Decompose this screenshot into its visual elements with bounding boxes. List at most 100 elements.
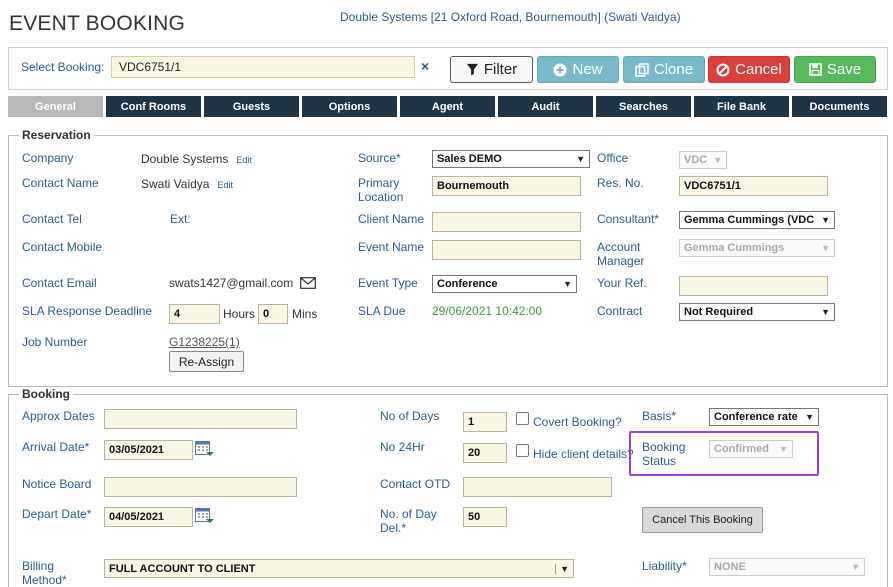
- notice-board-input[interactable]: [104, 477, 297, 497]
- tab-agent[interactable]: Agent: [400, 96, 495, 117]
- covert-booking-label: Covert Booking?: [533, 415, 622, 429]
- new-button[interactable]: New: [537, 56, 619, 83]
- consultant-label: Consultant*: [597, 212, 660, 226]
- job-number-label: Job Number: [22, 335, 88, 349]
- basis-select[interactable]: Conference rate ▼: [709, 408, 819, 426]
- arrival-date-input[interactable]: 03/05/2021: [104, 440, 193, 460]
- no-of-days-input[interactable]: 1: [463, 412, 507, 432]
- contact-tel-label: Contact Tel: [22, 212, 82, 226]
- source-select[interactable]: Sales DEMO ▼: [432, 150, 590, 168]
- event-name-input[interactable]: [432, 240, 581, 260]
- primary-location-label: Primary Location: [358, 176, 404, 204]
- hide-client-checkbox[interactable]: [516, 444, 529, 457]
- save-button-label: Save: [826, 61, 862, 78]
- day-del-input[interactable]: 50: [463, 507, 507, 527]
- save-icon: [809, 63, 822, 76]
- clear-icon[interactable]: ×: [421, 58, 429, 74]
- contract-label: Contract: [597, 304, 643, 318]
- chevron-down-icon: ▼: [821, 307, 830, 317]
- chevron-down-icon: ▼: [555, 563, 569, 574]
- contact-name-label: Contact Name: [22, 176, 99, 190]
- company-edit-link[interactable]: Edit: [236, 155, 252, 165]
- res-no-input[interactable]: VDC6751/1: [679, 176, 828, 196]
- page-subtitle: Double Systems [21 Oxford Road, Bournemo…: [340, 10, 681, 24]
- contact-otd-input[interactable]: [463, 477, 612, 497]
- contact-email-label: Contact Email: [22, 276, 97, 290]
- tab-bar: General Conf Rooms Guests Options Agent …: [8, 96, 888, 118]
- approx-dates-input[interactable]: [104, 409, 297, 429]
- event-type-label: Event Type: [358, 276, 418, 290]
- billing-method-select[interactable]: FULL ACCOUNT TO CLIENT ▼: [104, 559, 574, 578]
- ban-icon: [716, 63, 730, 76]
- clone-button[interactable]: Clone: [623, 56, 705, 83]
- tab-options[interactable]: Options: [302, 96, 397, 117]
- booking-status-label: Booking Status: [642, 440, 686, 468]
- client-name-input[interactable]: [432, 212, 581, 232]
- no-24hr-input[interactable]: 20: [463, 443, 507, 463]
- billing-method-label: Billing Method*: [22, 559, 67, 587]
- tab-guests[interactable]: Guests: [204, 96, 299, 117]
- consultant-select[interactable]: Gemma Cummings (VDC ▼: [679, 211, 835, 229]
- tab-general[interactable]: General: [8, 96, 103, 117]
- cancel-booking-button[interactable]: Cancel This Booking: [642, 507, 763, 533]
- sla-mins-input[interactable]: 0: [258, 304, 288, 324]
- contact-edit-link[interactable]: Edit: [217, 180, 233, 190]
- select-booking-input[interactable]: VDC6751/1: [111, 56, 415, 78]
- res-no-label: Res. No.: [597, 176, 644, 190]
- primary-location-input[interactable]: Bournemouth: [432, 176, 581, 196]
- envelope-icon[interactable]: [300, 277, 316, 289]
- save-button[interactable]: Save: [794, 56, 876, 83]
- depart-date-input[interactable]: 04/05/2021: [104, 507, 193, 527]
- chevron-down-icon: ▼: [805, 412, 814, 422]
- reassign-button[interactable]: Re-Assign: [169, 351, 244, 372]
- hide-client-label: Hide client details?: [533, 447, 634, 461]
- contract-select[interactable]: Not Required ▼: [679, 303, 835, 321]
- office-label: Office: [597, 151, 629, 165]
- liability-select[interactable]: NONE ▼: [709, 558, 865, 576]
- office-select[interactable]: VDC ▼: [679, 151, 727, 169]
- calendar-icon[interactable]: [195, 440, 215, 458]
- account-manager-label: Account Manager: [597, 240, 645, 268]
- copy-icon: [635, 62, 649, 77]
- booking-status-value: Confirmed: [714, 443, 769, 455]
- calendar-icon[interactable]: [195, 507, 215, 525]
- chevron-down-icon: ▼: [821, 243, 830, 253]
- source-value: Sales DEMO: [437, 153, 502, 165]
- page-title: EVENT BOOKING: [9, 12, 186, 35]
- account-manager-select[interactable]: Gemma Cummings ▼: [679, 239, 835, 257]
- contact-name-value-row: Swati Vaidya Edit: [141, 177, 233, 191]
- clone-button-label: Clone: [653, 61, 694, 78]
- job-number-link[interactable]: G1238225(1): [169, 335, 240, 349]
- tab-conf-rooms[interactable]: Conf Rooms: [106, 96, 201, 117]
- select-booking-bar: Select Booking: VDC6751/1 × Filter New C…: [8, 47, 888, 90]
- no-24hr-label: No 24Hr: [380, 440, 425, 454]
- basis-label: Basis*: [642, 409, 677, 423]
- sla-due-label: SLA Due: [358, 304, 406, 318]
- contact-name-value: Swati Vaidya: [141, 177, 210, 191]
- your-ref-input[interactable]: [679, 276, 828, 296]
- sla-hours-input[interactable]: 4: [169, 304, 220, 324]
- tab-documents[interactable]: Documents: [792, 96, 887, 117]
- filter-button-label: Filter: [483, 61, 518, 78]
- plus-circle-icon: [553, 63, 567, 76]
- contact-otd-label: Contact OTD: [380, 477, 451, 491]
- covert-booking-checkbox[interactable]: [516, 412, 529, 425]
- select-booking-label: Select Booking:: [21, 60, 105, 74]
- tab-searches[interactable]: Searches: [596, 96, 691, 117]
- chevron-down-icon: ▼: [563, 279, 572, 289]
- event-type-select[interactable]: Conference ▼: [432, 275, 577, 293]
- booking-status-select[interactable]: Confirmed ▼: [709, 440, 793, 458]
- filter-button[interactable]: Filter: [450, 56, 533, 83]
- tab-audit[interactable]: Audit: [498, 96, 593, 117]
- cancel-button-label: Cancel: [735, 61, 782, 78]
- cancel-button[interactable]: Cancel: [708, 56, 790, 83]
- liability-value: NONE: [714, 561, 746, 573]
- chevron-down-icon: ▼: [779, 444, 788, 454]
- tab-file-bank[interactable]: File Bank: [694, 96, 789, 117]
- chevron-down-icon: ▼: [576, 154, 585, 164]
- hours-label: Hours: [223, 307, 256, 321]
- arrival-date-label: Arrival Date*: [22, 440, 90, 454]
- ext-label: Ext:: [170, 212, 191, 226]
- billing-method-value: FULL ACCOUNT TO CLIENT: [109, 562, 256, 575]
- consultant-value: Gemma Cummings (VDC: [684, 214, 815, 226]
